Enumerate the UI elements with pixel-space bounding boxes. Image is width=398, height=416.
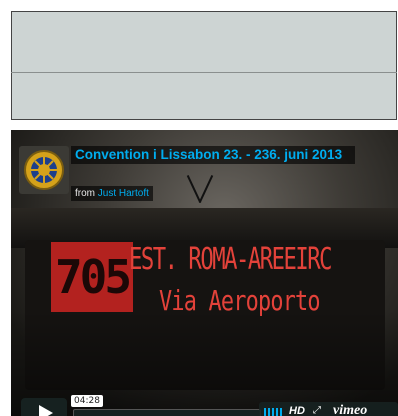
destination-line-1: EST. ROMA-AREEIRC	[129, 242, 333, 277]
time-tooltip: 04:28	[71, 395, 103, 407]
byline-prefix: from	[75, 188, 95, 199]
volume-bars-icon[interactable]	[264, 408, 282, 416]
progress-scrubber[interactable]	[73, 409, 261, 416]
play-button[interactable]	[21, 398, 67, 416]
play-icon	[39, 405, 53, 416]
video-title-link[interactable]: Convention i Lissabon 23. - 236. juni 20…	[71, 146, 355, 164]
rotary-wheel-logo[interactable]	[19, 146, 69, 194]
rotary-wheel-icon	[24, 150, 64, 190]
placeholder-divider	[11, 72, 397, 73]
author-link[interactable]: Just Hartoft	[98, 188, 149, 199]
fullscreen-icon[interactable]: ⤢	[313, 405, 321, 416]
video-player[interactable]: 705 EST. ROMA-AREEIRC Via Aeroporto Conv…	[11, 130, 398, 416]
hd-toggle[interactable]: HD	[289, 405, 305, 416]
frame-shading	[11, 310, 398, 416]
empty-content-placeholder	[11, 11, 397, 120]
byline: from Just Hartoft	[71, 186, 153, 201]
vimeo-logo-link[interactable]: vimeo	[333, 403, 367, 416]
route-number: 705	[54, 250, 132, 304]
player-controls-right: HD ⤢ vimeo	[259, 402, 398, 416]
